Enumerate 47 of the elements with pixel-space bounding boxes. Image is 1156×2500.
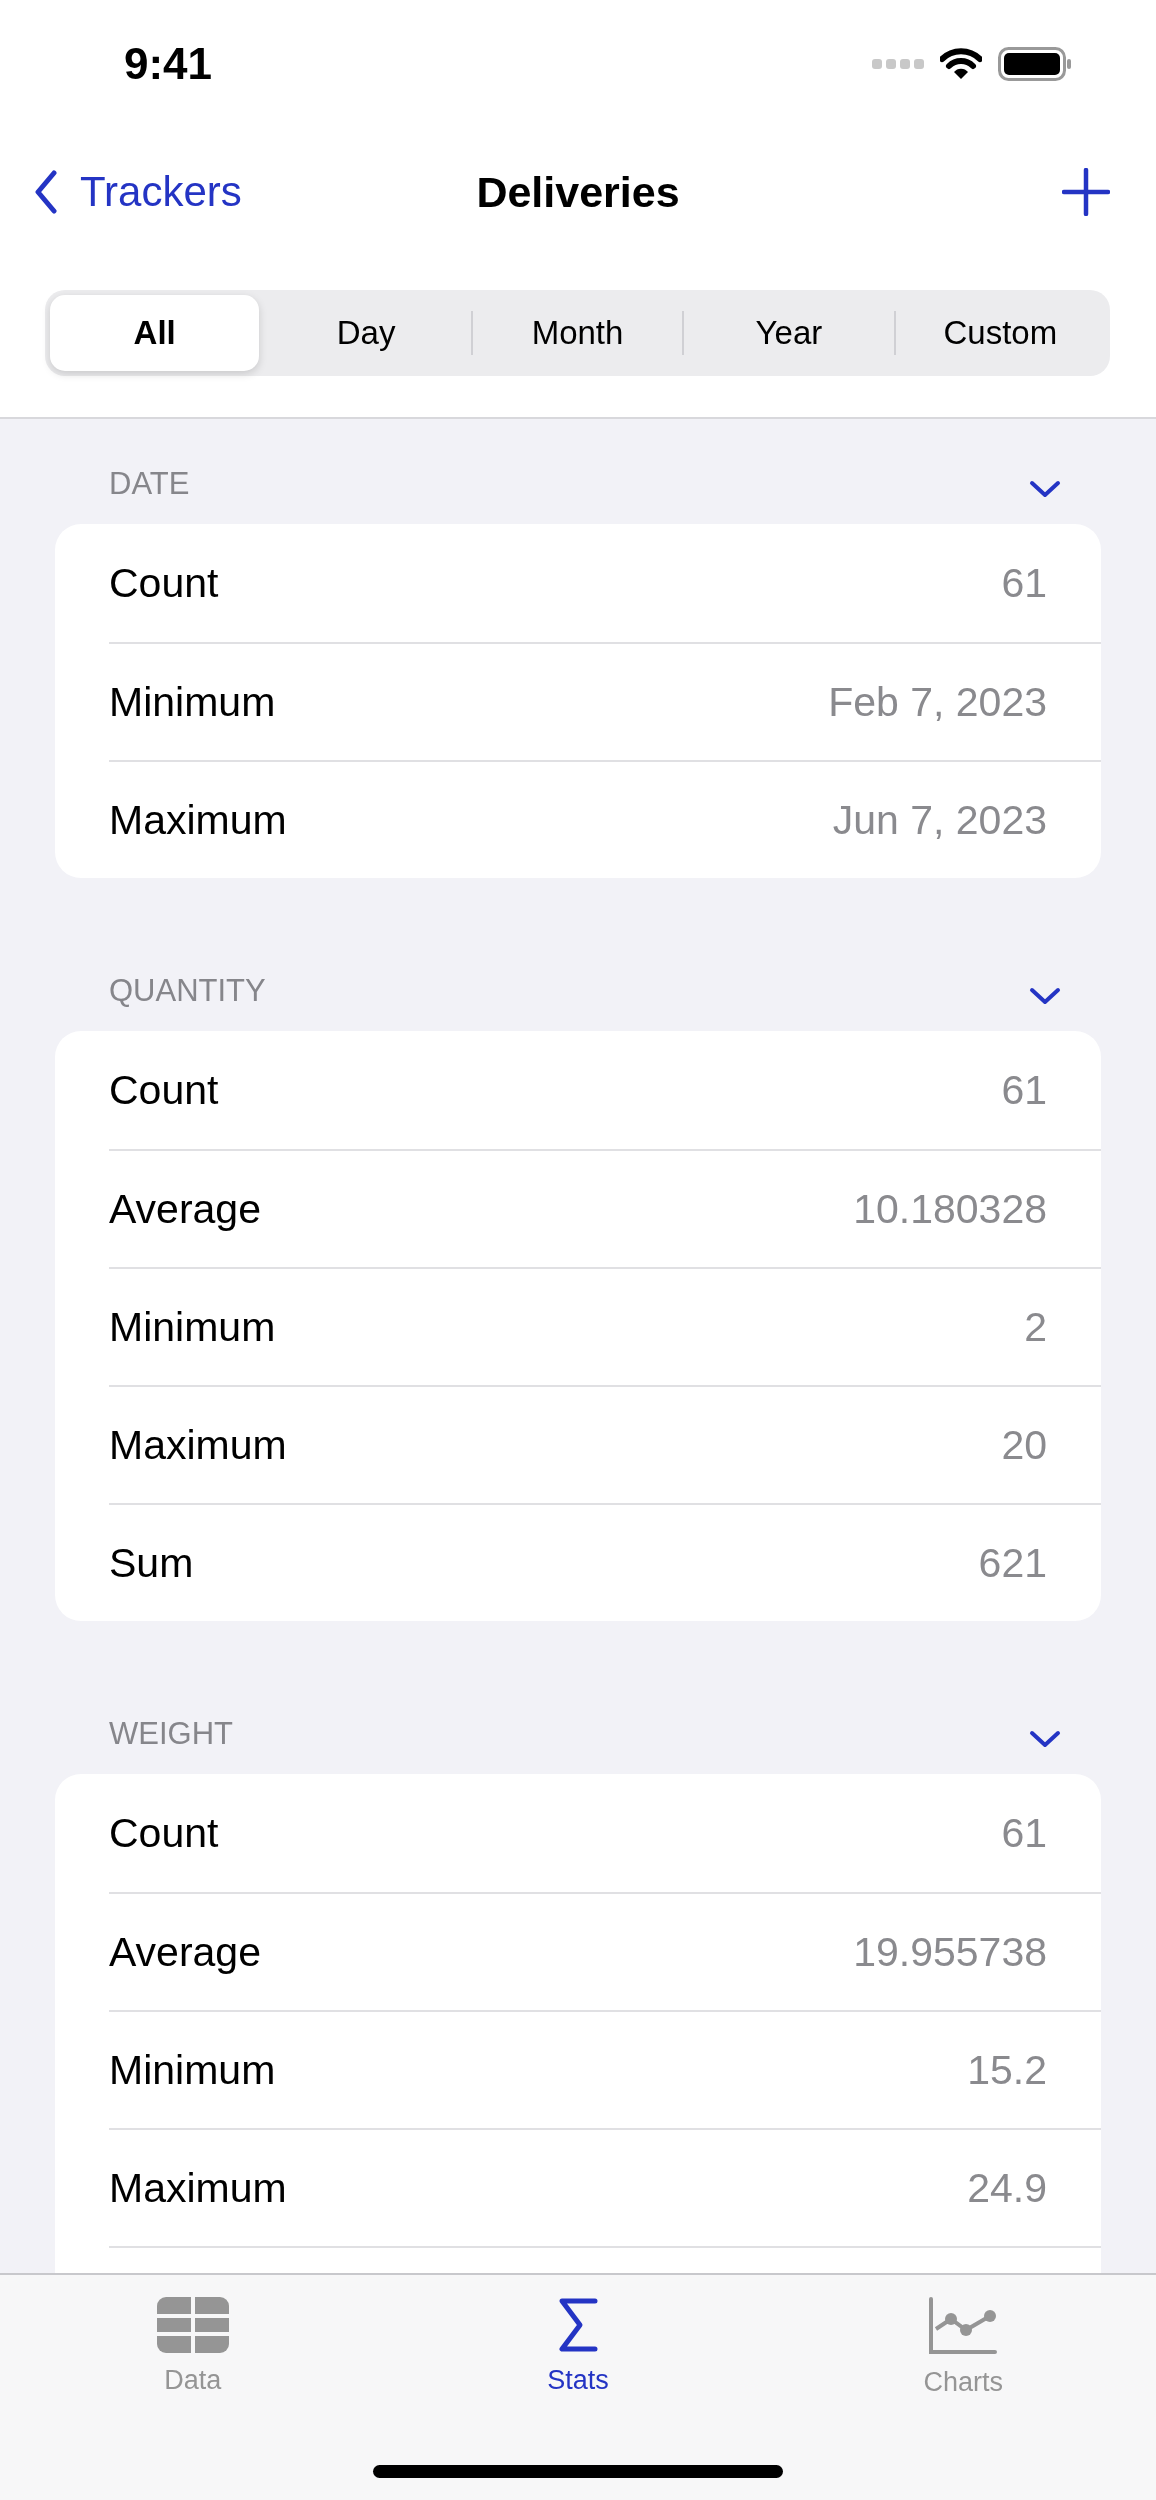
stat-value: 10.180328 xyxy=(853,1185,1047,1233)
chevron-down-icon[interactable] xyxy=(1029,986,1061,1006)
back-button[interactable]: Trackers xyxy=(34,168,242,216)
section-header: WEIGHT xyxy=(109,1716,233,1752)
tab-bar-item[interactable]: Stats xyxy=(385,2275,771,2397)
stat-value: 621 xyxy=(978,1539,1047,1587)
stat-value: 24.9 xyxy=(967,2164,1047,2212)
stat-value: 61 xyxy=(1001,1066,1047,1114)
stat-value: Jun 7, 2023 xyxy=(832,796,1047,844)
stat-value: 61 xyxy=(1001,559,1047,607)
segment-tab[interactable]: All xyxy=(50,295,260,371)
wifi-icon xyxy=(940,48,982,80)
add-icon[interactable] xyxy=(1062,168,1110,216)
stat-label: Count xyxy=(109,1809,219,1857)
stat-label: Maximum xyxy=(109,2164,287,2212)
stat-label: Count xyxy=(109,559,219,607)
stat-value: 2 xyxy=(1024,1303,1047,1351)
segment-tab[interactable]: Month xyxy=(472,295,683,371)
segment-tab[interactable]: Year xyxy=(684,295,894,371)
stat-value: 19.955738 xyxy=(853,1928,1047,1976)
stat-value: Feb 7, 2023 xyxy=(828,678,1047,726)
segment-tab[interactable]: Custom xyxy=(895,295,1106,371)
stat-label: Count xyxy=(109,1066,219,1114)
stat-label: Minimum xyxy=(109,1303,276,1351)
stat-label: Average xyxy=(109,1185,261,1233)
chevron-left-icon xyxy=(34,170,58,214)
table-icon xyxy=(156,2297,229,2353)
stat-label: Maximum xyxy=(109,796,287,844)
segment-tab[interactable]: Day xyxy=(261,295,471,371)
stat-label: Sum xyxy=(109,1539,194,1587)
stat-label: Average xyxy=(109,1928,261,1976)
status-time: 9:41 xyxy=(124,39,213,89)
screen-title: Deliveries xyxy=(476,167,680,217)
stat-label: Minimum xyxy=(109,678,276,726)
stat-value: 15.2 xyxy=(967,2046,1047,2094)
line-chart-icon xyxy=(928,2297,999,2355)
battery-icon xyxy=(998,47,1072,81)
stat-value: 61 xyxy=(1001,1809,1047,1857)
stat-value: 20 xyxy=(1001,1421,1047,1469)
signal-icon xyxy=(872,58,924,70)
stat-label: Maximum xyxy=(109,1421,287,1469)
section-header: QUANTITY xyxy=(109,973,266,1009)
chevron-down-icon[interactable] xyxy=(1029,479,1061,499)
chevron-down-icon[interactable] xyxy=(1029,1729,1061,1749)
section-header: DATE xyxy=(109,466,190,502)
stat-label: Minimum xyxy=(109,2046,276,2094)
sigma-icon xyxy=(558,2297,598,2353)
